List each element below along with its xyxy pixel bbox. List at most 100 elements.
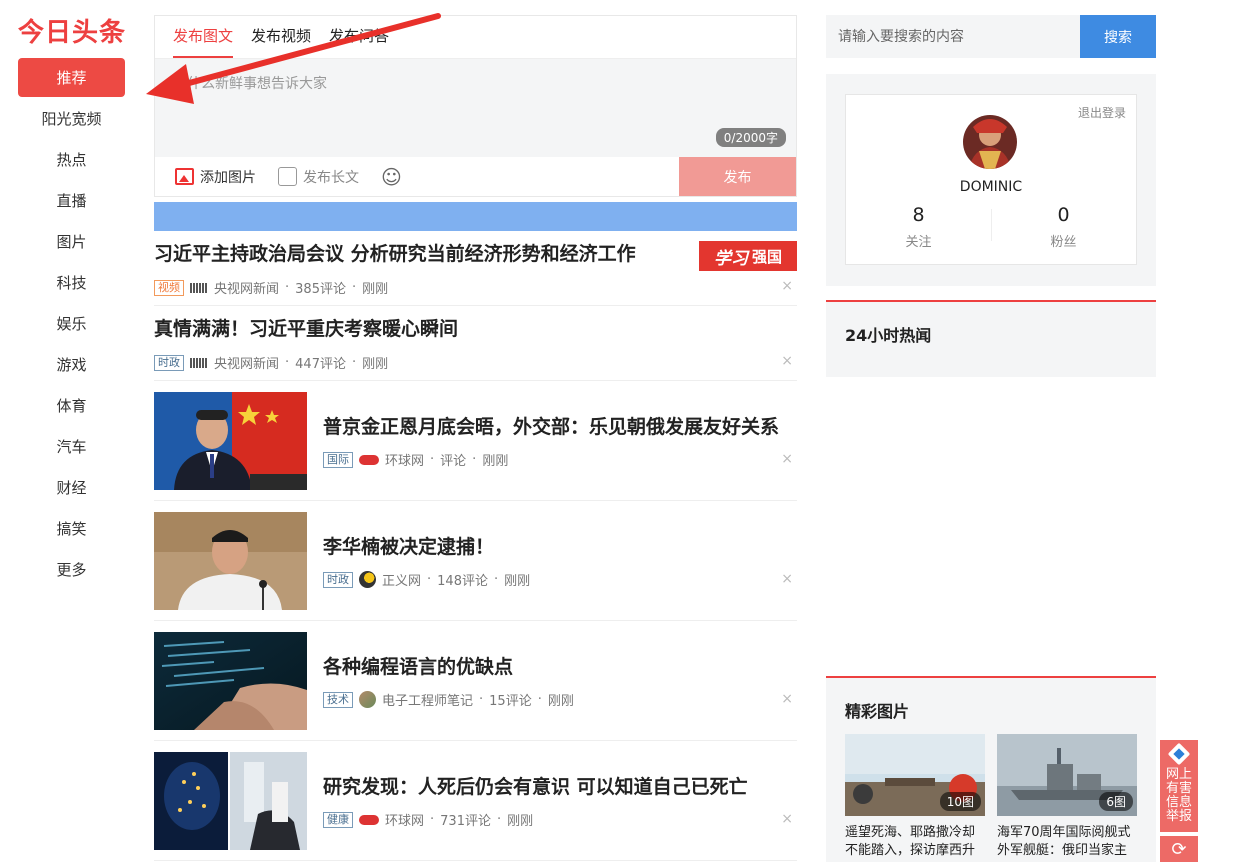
followers-stat[interactable]: 0 粉丝: [991, 201, 1136, 250]
nav-item-games[interactable]: 游戏: [18, 345, 125, 385]
refresh-icon[interactable]: ⟳: [1160, 836, 1198, 862]
news-tag: 技术: [323, 691, 353, 708]
meta-separator: ·: [427, 572, 432, 587]
publisher-tabs: 发布图文 发布视频 发布问答: [155, 16, 796, 59]
news-source[interactable]: 央视网新闻: [214, 353, 279, 372]
badge-text: 强国: [751, 247, 782, 266]
nav-item-finance[interactable]: 财经: [18, 468, 125, 508]
picture-caption[interactable]: 遥望死海、耶路撒冷却不能踏入，探访摩西升: [845, 824, 985, 860]
news-item[interactable]: 普京金正恩月底会晤，外交部：乐见朝俄发展友好关系 国际 环球网 · 评论 · 刚…: [154, 381, 797, 501]
news-meta: 时政 正义网 · 148评论 · 刚刚: [323, 570, 530, 589]
add-image-button[interactable]: 添加图片: [175, 167, 256, 187]
news-item[interactable]: 李华楠被决定逮捕！ 时政 正义网 · 148评论 · 刚刚 ×: [154, 501, 797, 621]
nav-item-sports[interactable]: 体育: [18, 386, 125, 426]
nav-item-hot[interactable]: 热点: [18, 140, 125, 180]
dismiss-icon[interactable]: ×: [781, 691, 793, 707]
tab-post-qa[interactable]: 发布问答: [329, 25, 389, 58]
news-time: 刚刚: [362, 282, 389, 297]
username[interactable]: DOMINIC: [846, 179, 1136, 195]
tab-post-video[interactable]: 发布视频: [251, 25, 311, 58]
news-source[interactable]: 环球网: [385, 810, 424, 829]
source-logo-icon: [359, 454, 379, 465]
dismiss-icon[interactable]: ×: [781, 353, 793, 369]
nav-item-video[interactable]: 阳光宽频: [18, 99, 125, 139]
news-thumbnail[interactable]: [154, 512, 307, 610]
news-title[interactable]: 研究发现：人死后仍会有意识 可以知道自己已死亡: [323, 776, 748, 799]
news-meta: 健康 环球网 · 731评论 · 刚刚: [323, 810, 533, 829]
nav-item-tech[interactable]: 科技: [18, 263, 125, 303]
source-logo-icon: [359, 814, 379, 825]
nav-item-entertainment[interactable]: 娱乐: [18, 304, 125, 344]
news-thumbnail[interactable]: [154, 752, 307, 850]
nav-item-auto[interactable]: 汽车: [18, 427, 125, 467]
search-input[interactable]: [826, 15, 1080, 58]
news-title[interactable]: 各种编程语言的优缺点: [323, 656, 513, 679]
nav-item-pictures[interactable]: 图片: [18, 222, 125, 262]
report-harmful-info-button[interactable]: 网上有害信息举报: [1160, 740, 1198, 832]
picture-caption[interactable]: 海军70周年国际阅舰式外军舰艇：俄印当家主: [997, 824, 1137, 860]
news-comments[interactable]: 148评论: [437, 570, 488, 589]
news-meta: 国际 环球网 · 评论 · 刚刚: [323, 450, 508, 469]
xuexi-qiangguo-badge[interactable]: 学习 强国: [699, 241, 797, 271]
news-item[interactable]: 真情满满！习近平重庆考察暖心瞬间 时政 央视网新闻 · 447评论 · 刚刚 ×: [154, 306, 797, 381]
news-comments[interactable]: 731评论: [440, 810, 491, 829]
nav-item-recommend[interactable]: 推荐: [18, 58, 125, 97]
news-comments[interactable]: 385评论: [295, 278, 346, 297]
news-comments[interactable]: 15评论: [489, 690, 532, 709]
avatar[interactable]: [963, 115, 1017, 169]
news-title[interactable]: 真情满满！习近平重庆考察暖心瞬间: [154, 318, 458, 341]
picture-card[interactable]: 6图 海军70周年国际阅舰式外军舰艇：俄印当家主: [997, 734, 1137, 860]
add-image-label: 添加图片: [200, 169, 256, 186]
picture-thumbnail[interactable]: 6图: [997, 734, 1137, 816]
news-source[interactable]: 环球网: [385, 450, 424, 469]
picture-count: 6图: [1099, 792, 1133, 811]
following-count: 8: [912, 204, 925, 226]
news-source[interactable]: 央视网新闻: [214, 278, 279, 297]
banner-strip: [154, 202, 797, 231]
news-item[interactable]: 习近平主持政治局会议 分析研究当前经济形势和经济工作 学习 强国 视频 央视网新…: [154, 231, 797, 306]
post-text-area: 0/2000字: [155, 59, 796, 157]
site-logo[interactable]: 今日头条: [18, 12, 128, 49]
news-tag: 视频: [154, 279, 184, 296]
news-comments[interactable]: 评论: [440, 450, 466, 469]
emoji-icon[interactable]: ☺: [381, 165, 402, 189]
followers-label: 粉丝: [1050, 235, 1077, 250]
followers-count: 0: [1057, 204, 1070, 226]
following-stat[interactable]: 8 关注: [846, 201, 991, 250]
nav-item-funny[interactable]: 搞笑: [18, 509, 125, 549]
news-source[interactable]: 正义网: [382, 570, 421, 589]
long-post-toggle[interactable]: 发布长文: [278, 167, 359, 187]
news-source[interactable]: 电子工程师笔记: [382, 690, 473, 709]
news-title[interactable]: 李华楠被决定逮捕！: [323, 536, 494, 559]
long-post-checkbox[interactable]: [278, 167, 297, 186]
news-item[interactable]: 研究发现：人死后仍会有意识 可以知道自己已死亡 健康 环球网 · 731评论 ·…: [154, 741, 797, 861]
dismiss-icon[interactable]: ×: [781, 278, 793, 294]
news-feed: 习近平主持政治局会议 分析研究当前经济形势和经济工作 学习 强国 视频 央视网新…: [154, 231, 797, 861]
char-counter: 0/2000字: [715, 128, 786, 147]
source-logo-icon: [359, 571, 376, 588]
post-textarea[interactable]: [155, 59, 796, 157]
news-thumbnail[interactable]: [154, 632, 307, 730]
dismiss-icon[interactable]: ×: [781, 451, 793, 467]
news-time: 刚刚: [504, 574, 531, 589]
news-comments[interactable]: 447评论: [295, 353, 346, 372]
meta-separator: ·: [493, 572, 499, 587]
publish-button[interactable]: 发布: [679, 157, 796, 196]
picture-card[interactable]: 10图 遥望死海、耶路撒冷却不能踏入，探访摩西升: [845, 734, 985, 860]
featured-pictures-title: 精彩图片: [845, 702, 910, 721]
dismiss-icon[interactable]: ×: [781, 811, 793, 827]
picture-thumbnail[interactable]: 10图: [845, 734, 985, 816]
tab-post-article[interactable]: 发布图文: [173, 25, 234, 58]
dismiss-icon[interactable]: ×: [781, 571, 793, 587]
news-title[interactable]: 习近平主持政治局会议 分析研究当前经济形势和经济工作: [154, 243, 636, 266]
source-logo-icon: [359, 691, 376, 708]
nav-item-more[interactable]: 更多: [18, 550, 125, 590]
nav-item-live[interactable]: 直播: [18, 181, 125, 221]
logout-link[interactable]: 退出登录: [1078, 104, 1126, 121]
channel-nav: 推荐 阳光宽频 热点 直播 图片 科技 娱乐 游戏 体育 汽车 财经 搞笑 更多: [18, 58, 125, 591]
news-title[interactable]: 普京金正恩月底会晤，外交部：乐见朝俄发展友好关系: [323, 416, 779, 439]
search-button[interactable]: 搜索: [1080, 15, 1156, 58]
news-item[interactable]: 各种编程语言的优缺点 技术 电子工程师笔记 · 15评论 · 刚刚 ×: [154, 621, 797, 741]
news-thumbnail[interactable]: [154, 392, 307, 490]
publisher-toolbar: 添加图片 发布长文 ☺ 发布: [155, 157, 796, 196]
